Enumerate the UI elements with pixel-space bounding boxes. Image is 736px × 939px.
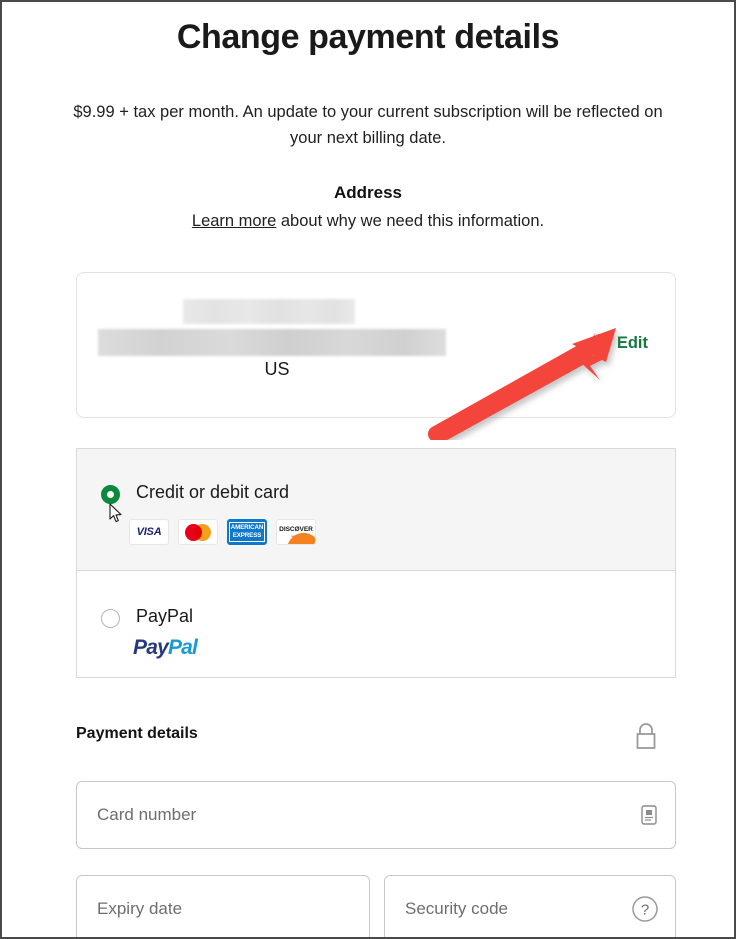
address-card: US Edit	[76, 272, 676, 418]
expiry-date-field[interactable]: Expiry date	[76, 875, 370, 937]
paypal-logo-part2: Pal	[167, 636, 198, 659]
payment-details-heading: Payment details	[76, 725, 198, 742]
subscription-description: $9.99 + tax per month. An update to your…	[73, 103, 663, 147]
amex-logo-line2: EXPRESS	[232, 532, 262, 539]
payment-method-label-paypal: PayPal	[136, 606, 194, 626]
expiry-date-placeholder: Expiry date	[97, 899, 183, 918]
discover-logo-text: DISCØVER	[279, 526, 313, 533]
accepted-card-brands: VISA AMERICAN EXPRESS DISCØVER	[129, 519, 316, 545]
card-number-placeholder: Card number	[97, 805, 197, 824]
mastercard-right-circle	[194, 524, 211, 541]
address-section-heading: Address	[333, 183, 403, 202]
amex-logo: AMERICAN EXPRESS	[227, 519, 267, 545]
discover-logo: DISCØVER network	[276, 519, 316, 545]
radio-credit-card[interactable]	[101, 485, 120, 504]
visa-logo-text: VISA	[136, 526, 162, 538]
payment-method-option-paypal[interactable]: PayPal PayPal	[77, 571, 675, 677]
payment-method-selector: Credit or debit card VISA AMERICAN EXPRE…	[76, 448, 676, 678]
visa-logo: VISA	[129, 519, 169, 545]
payment-method-option-card[interactable]: Credit or debit card VISA AMERICAN EXPRE…	[77, 449, 675, 571]
help-circle-icon[interactable]: ?	[631, 895, 659, 923]
address-country: US	[264, 359, 290, 379]
learn-more-rest-text: about why we need this information.	[276, 212, 545, 230]
card-number-field[interactable]: Card number	[76, 781, 676, 849]
radio-paypal[interactable]	[101, 609, 120, 628]
payment-method-label-card: Credit or debit card	[136, 482, 290, 502]
redacted-address-line-2	[98, 329, 446, 356]
learn-more-line: Learn more about why we need this inform…	[2, 212, 734, 231]
amex-logo-box: AMERICAN EXPRESS	[228, 522, 266, 542]
security-code-field[interactable]: Security code ?	[384, 875, 676, 937]
lock-icon	[636, 723, 656, 749]
payment-page: Change payment details $9.99 + tax per m…	[2, 18, 734, 937]
redacted-address-line-1	[183, 299, 355, 324]
security-code-placeholder: Security code	[405, 899, 508, 918]
scan-card-icon[interactable]	[641, 805, 657, 825]
screenshot-frame: Change payment details $9.99 + tax per m…	[0, 0, 736, 939]
mastercard-logo	[178, 519, 218, 545]
paypal-logo-part1: Pay	[133, 636, 169, 659]
edit-address-link[interactable]: Edit	[617, 334, 648, 353]
mouse-cursor-icon	[109, 503, 122, 523]
amex-logo-line1: AMERICAN	[230, 524, 264, 532]
page-title: Change payment details	[176, 18, 560, 56]
paypal-logo: PayPal	[133, 636, 198, 660]
svg-text:?: ?	[641, 902, 649, 919]
learn-more-link[interactable]: Learn more	[192, 212, 276, 230]
